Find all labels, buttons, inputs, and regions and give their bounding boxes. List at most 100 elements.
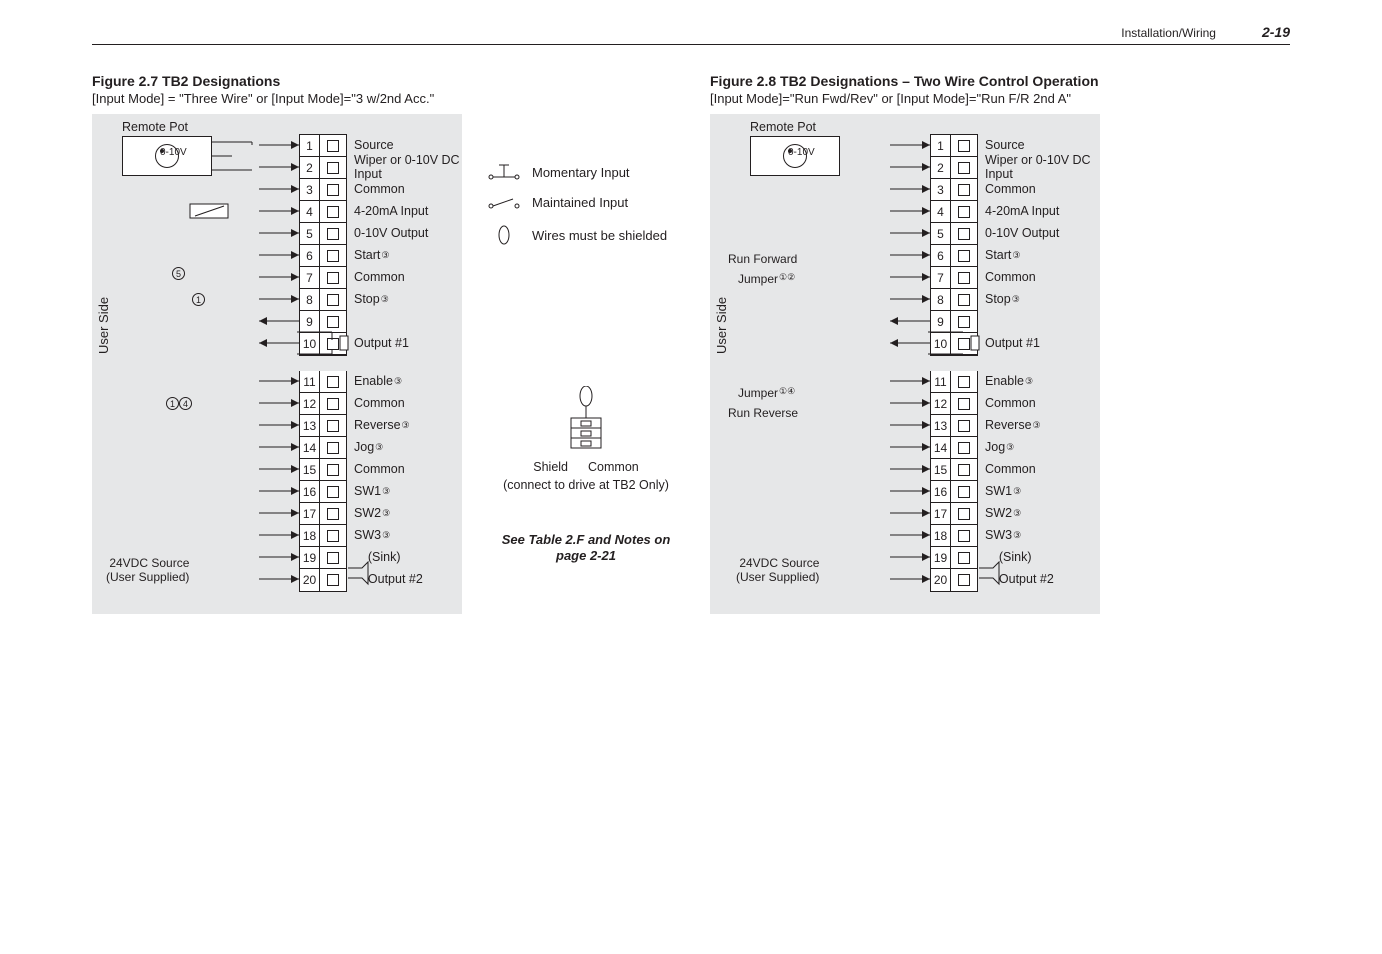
pot-range: 0-10V <box>160 147 187 158</box>
terminal-label: SW3③ <box>985 524 1100 546</box>
terminal-strip: 1234567891011121314151617181920 <box>299 134 347 592</box>
legend-shielded: Wires must be shielded <box>532 228 667 243</box>
terminal-row: 11 <box>300 371 346 393</box>
see-table-note: See Table 2.F and Notes on page 2-21 <box>486 532 686 564</box>
terminal-label: SW1③ <box>354 480 462 502</box>
note-1-icon: 1 <box>192 292 205 306</box>
figure-subtitle: [Input Mode]="Run Fwd/Rev" or [Input Mod… <box>710 91 1100 106</box>
maintained-switch-icon <box>486 196 522 210</box>
terminal-row: 2 <box>931 157 977 179</box>
terminal-row: 3 <box>300 179 346 201</box>
legend-shield-label: Shield <box>533 460 568 474</box>
terminal-row: 4 <box>300 201 346 223</box>
terminal-row: 16 <box>931 481 977 503</box>
run-reverse-label: Run Reverse <box>728 406 798 420</box>
terminal-label: Enable③ <box>354 370 462 392</box>
momentary-switch-icon <box>486 163 522 181</box>
jumper-12-label: Jumper①② <box>738 272 795 286</box>
terminal-label: 4-20mA Input <box>354 200 462 222</box>
terminal-label: 0-10V Output <box>354 222 462 244</box>
terminal-label <box>985 310 1100 332</box>
terminal-label: 4-20mA Input <box>985 200 1100 222</box>
terminal-row: 14 <box>300 437 346 459</box>
vdc-source-label: 24VDC Source (User Supplied) <box>106 556 189 584</box>
legend-maintained: Maintained Input <box>532 195 628 210</box>
note-5-icon: 5 <box>172 266 185 280</box>
terminal-label: Wiper or 0-10V DC Input <box>354 156 462 178</box>
terminal-row: 19 <box>931 547 977 569</box>
terminal-row: 16 <box>300 481 346 503</box>
note-14-icon: 14 <box>166 396 192 410</box>
terminal-label: Output #2 <box>354 568 462 590</box>
terminal-row: 4 <box>931 201 977 223</box>
terminal-row: 18 <box>931 525 977 547</box>
terminal-label: Common <box>985 392 1100 414</box>
terminal-label: Stop③ <box>985 288 1100 310</box>
terminal-row: 13 <box>931 415 977 437</box>
legend-common-label: Common <box>588 460 639 474</box>
figure-title: Figure 2.7 TB2 Designations <box>92 73 462 89</box>
terminal-row: 12 <box>931 393 977 415</box>
terminal-label: Reverse③ <box>354 414 462 436</box>
terminal-row: 6 <box>931 245 977 267</box>
terminal-label: Common <box>985 458 1100 480</box>
pot-range: 0-10V <box>788 147 815 158</box>
terminal-label: Common <box>354 392 462 414</box>
terminal-row: 5 <box>300 223 346 245</box>
user-side-label: User Side <box>714 297 729 354</box>
remote-pot-label: Remote Pot <box>750 120 816 134</box>
terminal-row: 17 <box>300 503 346 525</box>
terminal-row: 10 <box>931 333 977 355</box>
figure-title: Figure 2.8 TB2 Designations – Two Wire C… <box>710 73 1100 89</box>
terminal-row: 3 <box>931 179 977 201</box>
run-forward-label: Run Forward <box>728 252 797 266</box>
terminal-label: Stop③ <box>354 288 462 310</box>
terminal-row: 2 <box>300 157 346 179</box>
terminal-row: 11 <box>931 371 977 393</box>
terminal-label: Output #2 <box>985 568 1100 590</box>
user-side-label: User Side <box>96 297 111 354</box>
terminal-row: 20 <box>931 569 977 591</box>
shield-common-icon <box>551 386 621 456</box>
terminal-label: Jog③ <box>354 436 462 458</box>
terminal-row: 20 <box>300 569 346 591</box>
terminal-row: 1 <box>931 135 977 157</box>
terminal-row: 1 <box>300 135 346 157</box>
terminal-row: 7 <box>931 267 977 289</box>
terminal-label: Common <box>354 458 462 480</box>
terminal-label: Start③ <box>985 244 1100 266</box>
terminal-row: 17 <box>931 503 977 525</box>
terminal-label: 0-10V Output <box>985 222 1100 244</box>
terminal-row: 9 <box>300 311 346 333</box>
terminal-row: 15 <box>931 459 977 481</box>
diagram-right: Remote Pot 0-10V User Side Run Forward J… <box>710 114 1100 614</box>
terminal-label <box>354 310 462 332</box>
terminal-label: Output #1 <box>354 332 462 354</box>
terminal-row: 7 <box>300 267 346 289</box>
remote-pot-label: Remote Pot <box>122 120 188 134</box>
terminal-label: Common <box>985 178 1100 200</box>
page-number: 2-19 <box>1262 24 1290 40</box>
terminal-label: SW2③ <box>985 502 1100 524</box>
terminal-label: SW1③ <box>985 480 1100 502</box>
terminal-row: 9 <box>931 311 977 333</box>
figure-2-8: Figure 2.8 TB2 Designations – Two Wire C… <box>710 73 1100 614</box>
terminal-label: Start③ <box>354 244 462 266</box>
terminal-row: 14 <box>931 437 977 459</box>
terminal-label: Reverse③ <box>985 414 1100 436</box>
terminal-row: 13 <box>300 415 346 437</box>
legend-column: Momentary Input Maintained Input Wires m… <box>486 73 686 614</box>
legend-momentary: Momentary Input <box>532 165 630 180</box>
section-name: Installation/Wiring <box>1121 26 1216 40</box>
terminal-row: 8 <box>931 289 977 311</box>
figure-subtitle: [Input Mode] = "Three Wire" or [Input Mo… <box>92 91 462 106</box>
terminal-label: Wiper or 0-10V DC Input <box>985 156 1100 178</box>
shield-icon <box>486 224 522 246</box>
terminal-labels: SourceWiper or 0-10V DC InputCommon4-20m… <box>985 134 1100 590</box>
terminal-label: Common <box>354 266 462 288</box>
legend-connect-note: (connect to drive at TB2 Only) <box>503 478 669 492</box>
terminal-label: Common <box>985 266 1100 288</box>
diagram-left: Remote Pot 0-10V User Side 5 1 14 123456… <box>92 114 462 614</box>
terminal-row: 6 <box>300 245 346 267</box>
terminal-label: Output #1 <box>985 332 1100 354</box>
